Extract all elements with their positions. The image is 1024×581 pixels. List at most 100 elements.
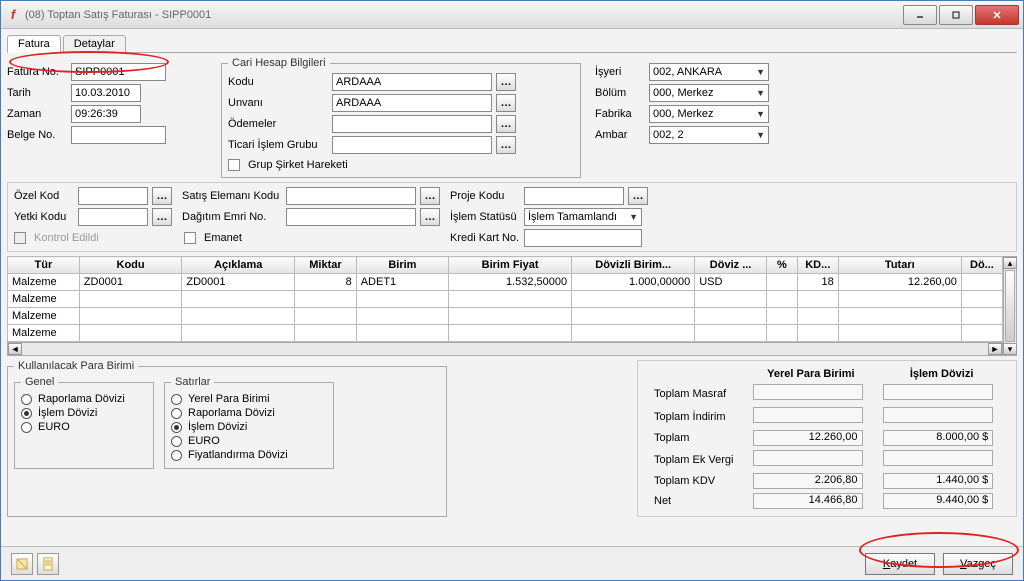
grid-header[interactable]: Tür (8, 257, 80, 274)
lookup-yetki-kodu[interactable]: … (152, 208, 172, 226)
lookup-dagitim-emri[interactable]: … (420, 208, 440, 226)
table-row[interactable]: Malzeme (8, 325, 1003, 342)
legend-currency: Kullanılacak Para Birimi (14, 360, 138, 372)
input-zaman[interactable] (71, 105, 141, 123)
radio-icon (21, 394, 32, 405)
label-dagitim-emri: Dağıtım Emri No. (182, 211, 282, 223)
lookup-tig[interactable]: … (496, 136, 516, 154)
input-kredi-kart[interactable] (524, 229, 642, 247)
grid-header[interactable]: Dö... (961, 257, 1002, 274)
minimize-button[interactable] (903, 5, 937, 25)
input-fatura-no[interactable] (71, 63, 166, 81)
app-icon: f (5, 7, 21, 23)
radio-satirlar[interactable]: EURO (171, 434, 327, 448)
totals-value-ypb (753, 407, 863, 423)
radio-genel[interactable]: İşlem Dövizi (21, 406, 147, 420)
combo-islem-statusu[interactable]: İşlem Tamamlandı▼ (524, 208, 642, 226)
line-grid[interactable]: TürKoduAçıklamaMiktarBirimBirim FiyatDöv… (7, 256, 1003, 342)
grid-header[interactable]: % (766, 257, 797, 274)
input-proje-kodu[interactable] (524, 187, 624, 205)
input-satis-eleman[interactable] (286, 187, 416, 205)
radio-satirlar[interactable]: Fiyatlandırma Dövizi (171, 448, 327, 462)
grid-header[interactable]: Miktar (295, 257, 357, 274)
radio-label: EURO (188, 435, 220, 447)
lookup-odemeler[interactable]: … (496, 115, 516, 133)
table-row[interactable]: MalzemeZD0001ZD00018ADET11.532,500001.00… (8, 274, 1003, 291)
grid-header[interactable]: Döviz ... (695, 257, 767, 274)
radio-icon (171, 408, 182, 419)
grid-vscroll[interactable]: ▴ ▾ (1003, 256, 1017, 356)
checkbox-emanet[interactable] (184, 232, 196, 244)
maximize-button[interactable] (939, 5, 973, 25)
radio-satirlar[interactable]: İşlem Dövizi (171, 420, 327, 434)
combo-bolum[interactable]: 000, Merkez▼ (649, 84, 769, 102)
grid-header[interactable]: Birim (356, 257, 448, 274)
grid-header[interactable]: KD... (797, 257, 838, 274)
scroll-right-icon[interactable]: ► (988, 343, 1002, 355)
totals-value-idv (883, 384, 993, 400)
scroll-down-icon[interactable]: ▾ (1003, 343, 1017, 355)
radio-genel[interactable]: EURO (21, 420, 147, 434)
lookup-proje-kodu[interactable]: … (628, 187, 648, 205)
radio-label: EURO (38, 421, 70, 433)
combo-isyeri[interactable]: 002, ANKARA▼ (649, 63, 769, 81)
lookup-cari-unvani[interactable]: … (496, 94, 516, 112)
combo-fabrika[interactable]: 000, Merkez▼ (649, 105, 769, 123)
table-row[interactable]: Malzeme (8, 308, 1003, 325)
totals-col1-header: Yerel Para Birimi (747, 367, 876, 381)
label-fabrika: Fabrika (595, 108, 645, 120)
chevron-down-icon: ▼ (629, 212, 638, 222)
input-odemeler[interactable] (332, 115, 492, 133)
line-grid-wrap: TürKoduAçıklamaMiktarBirimBirim FiyatDöv… (7, 256, 1017, 356)
close-button[interactable] (975, 5, 1019, 25)
note-icon-button[interactable] (11, 553, 33, 575)
label-tig: Ticari İşlem Grubu (228, 139, 328, 151)
scroll-up-icon[interactable]: ▴ (1003, 257, 1017, 269)
totals-row-label: Toplam Ek Vergi (648, 449, 745, 470)
grid-header[interactable]: Birim Fiyat (449, 257, 572, 274)
radio-label: İşlem Dövizi (38, 407, 97, 419)
checkbox-grup-sirket[interactable] (228, 159, 240, 171)
input-tarih[interactable] (71, 84, 141, 102)
radio-label: İşlem Dövizi (188, 421, 247, 433)
input-dagitim-emri[interactable] (286, 208, 416, 226)
cancel-button[interactable]: Vazgeç (943, 553, 1013, 575)
label-bolum: Bölüm (595, 87, 645, 99)
radio-satirlar[interactable]: Yerel Para Birimi (171, 392, 327, 406)
label-cari-kodu: Kodu (228, 76, 328, 88)
input-belge-no[interactable] (71, 126, 166, 144)
table-row[interactable]: Malzeme (8, 291, 1003, 308)
label-odemeler: Ödemeler (228, 118, 328, 130)
totals-row-label: Toplam İndirim (648, 406, 745, 427)
grid-header[interactable]: Tutarı (838, 257, 961, 274)
input-cari-kodu[interactable] (332, 73, 492, 91)
totals-value-idv (883, 450, 993, 466)
combo-ambar[interactable]: 002, 2▼ (649, 126, 769, 144)
totals-row-label: Net (648, 492, 745, 510)
totals-value-ypb (753, 384, 863, 400)
input-ozel-kod[interactable] (78, 187, 148, 205)
grid-hscroll[interactable]: ◄ ► (7, 342, 1003, 356)
totals-value-idv (883, 407, 993, 423)
lookup-cari-kodu[interactable]: … (496, 73, 516, 91)
save-button[interactable]: Kaydet (865, 553, 935, 575)
input-tig[interactable] (332, 136, 492, 154)
label-kontrol-edildi: Kontrol Edildi (34, 232, 99, 244)
totals-row-label: Toplam (648, 429, 745, 447)
legend-satirlar: Satırlar (171, 376, 214, 388)
input-yetki-kodu[interactable] (78, 208, 148, 226)
input-cari-unvani[interactable] (332, 94, 492, 112)
tab-strip: Fatura Detaylar (7, 33, 1017, 53)
lookup-ozel-kod[interactable]: … (152, 187, 172, 205)
chevron-down-icon: ▼ (756, 88, 765, 98)
scroll-left-icon[interactable]: ◄ (8, 343, 22, 355)
grid-header[interactable]: Dövizli Birim... (572, 257, 695, 274)
doc-icon-button[interactable] (37, 553, 59, 575)
radio-satirlar[interactable]: Raporlama Dövizi (171, 406, 327, 420)
tab-detaylar[interactable]: Detaylar (63, 35, 126, 52)
radio-genel[interactable]: Raporlama Dövizi (21, 392, 147, 406)
grid-header[interactable]: Kodu (79, 257, 182, 274)
lookup-satis-eleman[interactable]: … (420, 187, 440, 205)
grid-header[interactable]: Açıklama (182, 257, 295, 274)
tab-fatura[interactable]: Fatura (7, 35, 61, 53)
